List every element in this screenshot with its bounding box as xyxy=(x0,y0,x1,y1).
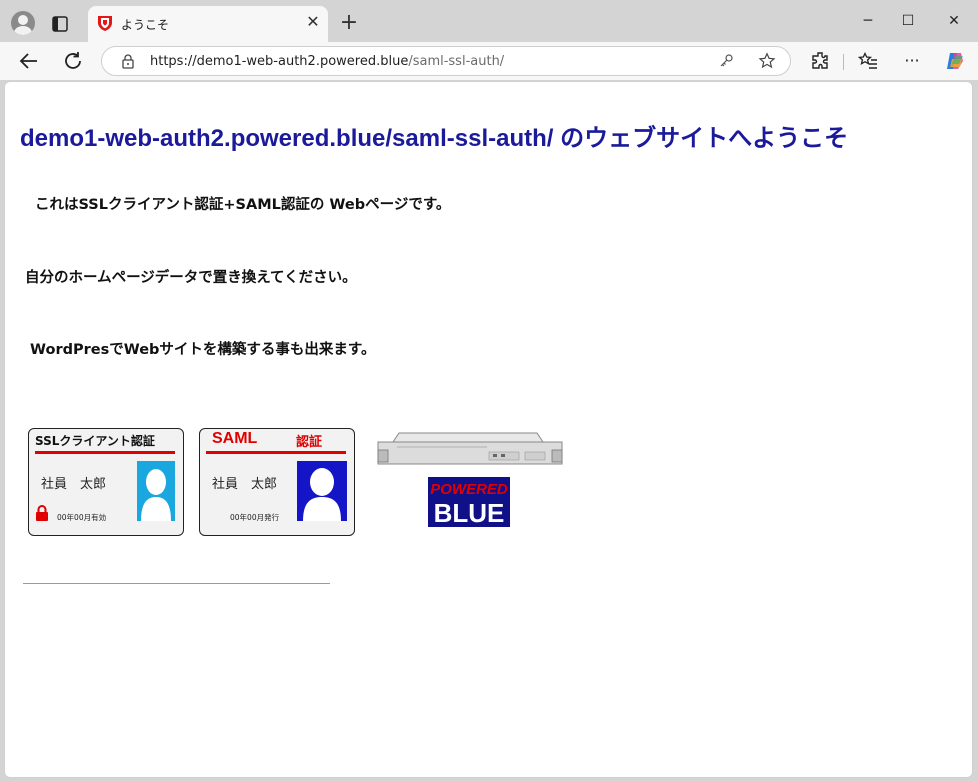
copilot-icon[interactable] xyxy=(944,50,966,72)
shield-favicon-icon xyxy=(98,16,112,31)
close-window-icon[interactable]: ✕ xyxy=(942,10,966,32)
lock-icon[interactable] xyxy=(120,53,136,69)
key-icon[interactable] xyxy=(718,53,734,69)
favorites-icon[interactable] xyxy=(858,51,878,71)
ssl-card-person-icon xyxy=(137,461,175,521)
browser-toolbar: https://demo1-web-auth2.powered.blue/sam… xyxy=(0,42,978,80)
profile-avatar[interactable] xyxy=(11,11,35,35)
powered-blue-logo: POWERED BLUE xyxy=(428,477,510,527)
ssl-card-name: 社員 太郎 xyxy=(41,477,107,492)
ssl-card-title: SSLクライアント認証 xyxy=(35,434,155,448)
saml-card-title-auth: 認証 xyxy=(296,435,323,450)
tab-title: ようこそ xyxy=(121,18,170,32)
close-tab-icon[interactable]: ✕ xyxy=(303,12,323,32)
tab-actions-icon[interactable] xyxy=(50,14,70,34)
refresh-icon[interactable] xyxy=(61,49,85,73)
extensions-icon[interactable] xyxy=(810,51,830,71)
logo-powered-text: POWERED xyxy=(430,481,508,498)
tab-welcome[interactable]: ようこそ ✕ xyxy=(88,6,328,42)
replace-text: 自分のホームページデータで置き換えてください。 xyxy=(25,270,357,286)
red-lock-icon xyxy=(36,505,48,521)
url-text[interactable]: https://demo1-web-auth2.powered.blue/sam… xyxy=(150,54,504,69)
intro-text: これはSSLクライアント認証+SAML認証の Webページです。 xyxy=(35,197,451,213)
saml-card-title: SAML xyxy=(212,430,258,447)
minimize-icon[interactable]: ─ xyxy=(856,10,880,32)
page-title: demo1-web-auth2.powered.blue/saml-ssl-au… xyxy=(20,125,849,152)
page-viewport: demo1-web-auth2.powered.blue/saml-ssl-au… xyxy=(4,81,973,778)
saml-auth-card: SAML 認証 社員 太郎 00年00月発行 xyxy=(199,428,355,536)
maximize-icon[interactable]: ☐ xyxy=(896,10,920,32)
more-options-icon[interactable]: ··· xyxy=(902,51,922,71)
logo-blue-text: BLUE xyxy=(434,498,505,527)
ssl-card-validity: 00年00月有効 xyxy=(57,513,107,522)
favorite-star-icon[interactable] xyxy=(758,52,776,70)
title-bar: ようこそ ✕ + ─ ☐ ✕ xyxy=(0,0,978,42)
new-tab-icon[interactable]: + xyxy=(338,12,360,34)
saml-card-name: 社員 太郎 xyxy=(212,477,278,492)
saml-card-divider xyxy=(206,451,346,454)
server-appliance-image xyxy=(377,432,563,465)
back-icon[interactable] xyxy=(17,49,41,73)
toolbar-divider xyxy=(843,54,844,70)
ssl-client-auth-card: SSLクライアント認証 社員 太郎 00年00月有効 xyxy=(28,428,184,536)
wordpress-text: WordPresでWebサイトを構築する事も出来ます。 xyxy=(30,342,376,358)
address-bar[interactable]: https://demo1-web-auth2.powered.blue/sam… xyxy=(101,46,791,76)
saml-card-issued: 00年00月発行 xyxy=(230,513,280,522)
horizontal-rule xyxy=(23,583,330,584)
saml-card-person-icon xyxy=(297,461,347,521)
ssl-card-divider xyxy=(35,451,175,454)
